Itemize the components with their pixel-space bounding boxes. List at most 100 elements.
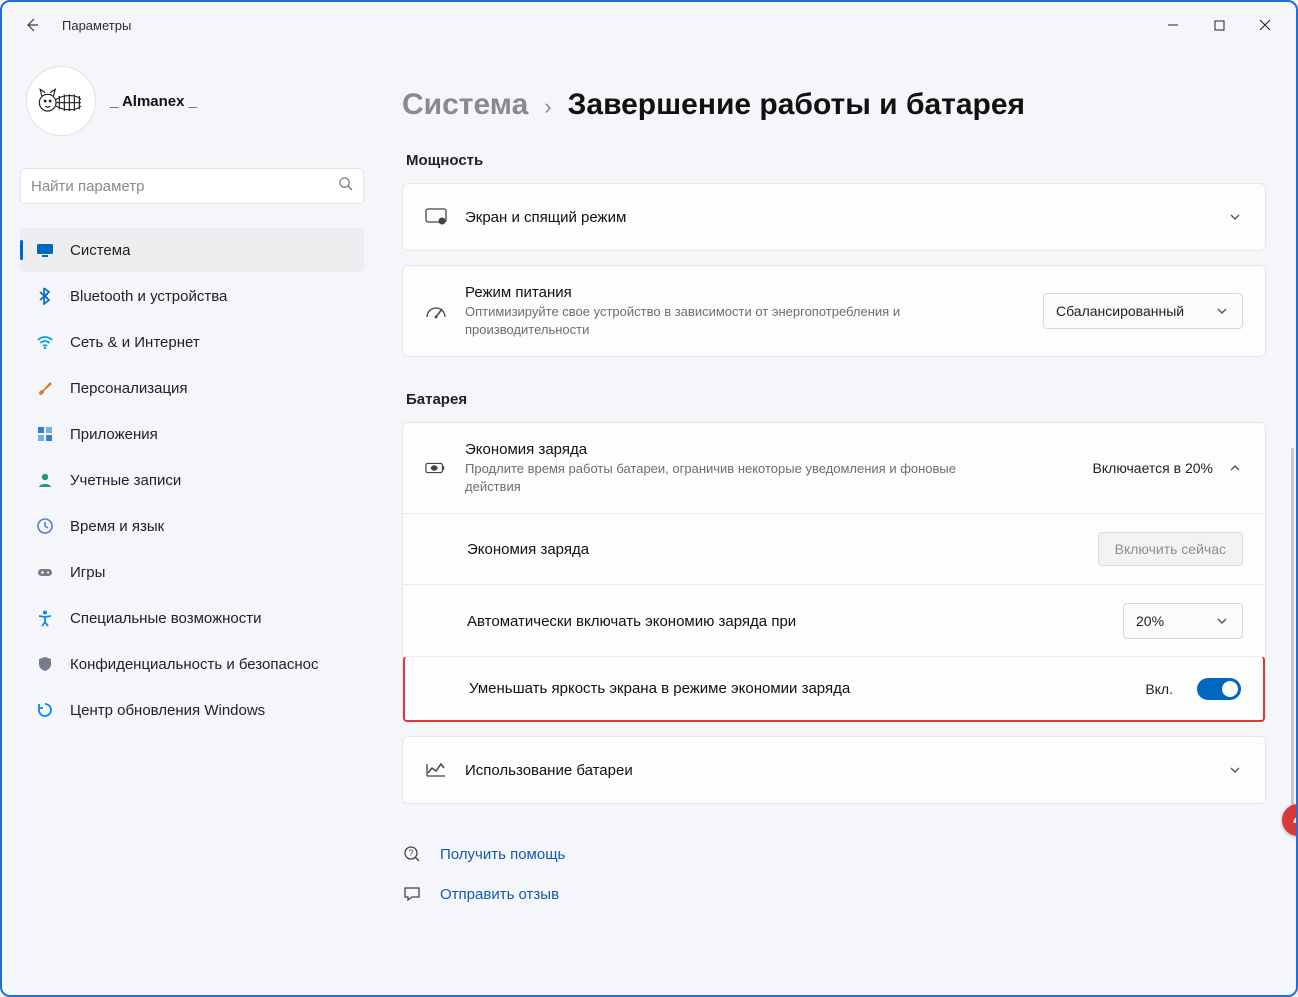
breadcrumb-current: Завершение работы и батарея — [568, 88, 1025, 122]
feedback-link[interactable]: Отправить отзыв — [440, 886, 559, 903]
nav-item-7[interactable]: Игры — [20, 550, 364, 594]
search-icon — [338, 176, 353, 196]
nav-item-label: Специальные возможности — [70, 610, 262, 627]
avatar-cat-icon — [36, 81, 86, 121]
breadcrumb-sep: › — [544, 94, 551, 120]
close-icon — [1259, 19, 1271, 31]
power-mode-value: Сбалансированный — [1056, 303, 1184, 319]
battery-dim-label: Уменьшать яркость экрана в режиме эконом… — [469, 680, 1127, 697]
breadcrumb-parent[interactable]: Система — [402, 88, 528, 122]
titlebar: Параметры — [2, 2, 1296, 48]
chevron-down-icon — [1214, 303, 1230, 319]
sidebar: _ Almanex _ Система Bluetooth и устройств… — [2, 48, 382, 995]
card-battery-usage[interactable]: Использование батареи — [402, 736, 1266, 804]
back-button[interactable] — [16, 9, 48, 41]
nav-item-label: Персонализация — [70, 380, 188, 397]
battery-saver-now-label: Экономия заряда — [467, 541, 1080, 558]
battery-saver-auto-select[interactable]: 20% — [1123, 603, 1243, 639]
chevron-down-icon — [1227, 762, 1243, 778]
nav-item-label: Конфиденциальность и безопаснос — [70, 656, 318, 673]
scrollbar[interactable] — [1291, 448, 1294, 828]
annotation-badge: 4 — [1282, 804, 1296, 836]
battery-saver-status: Включается в 20% — [1093, 460, 1213, 476]
battery-saver-auto-row: Автоматически включать экономию заряда п… — [403, 584, 1265, 657]
chevron-down-icon — [1227, 209, 1243, 225]
battery-dim-row: Уменьшать яркость экрана в режиме эконом… — [403, 656, 1265, 722]
settings-window: Параметры — [0, 0, 1298, 997]
screen-sleep-label: Экран и спящий режим — [465, 209, 1209, 226]
wifi-icon — [36, 333, 54, 351]
nav-item-label: Система — [70, 242, 130, 259]
update-icon — [36, 701, 54, 719]
nav-item-4[interactable]: Приложения — [20, 412, 364, 456]
display-icon — [36, 241, 54, 259]
nav-item-label: Учетные записи — [70, 472, 181, 489]
nav-item-label: Приложения — [70, 426, 158, 443]
chart-line-icon — [425, 759, 447, 781]
nav-item-label: Центр обновления Windows — [70, 702, 265, 719]
card-battery-saver: Экономия заряда Продлите время работы ба… — [402, 422, 1266, 722]
battery-saver-auto-label: Автоматически включать экономию заряда п… — [467, 613, 1105, 630]
section-power: Мощность — [406, 152, 1266, 169]
nav-item-1[interactable]: Bluetooth и устройства — [20, 274, 364, 318]
nav-item-9[interactable]: Конфиденциальность и безопаснос — [20, 642, 364, 686]
search-box[interactable] — [20, 168, 364, 204]
maximize-button[interactable] — [1196, 9, 1242, 41]
battery-saver-title: Экономия заряда — [465, 441, 1075, 458]
monitor-icon — [425, 206, 447, 228]
nav-item-8[interactable]: Специальные возможности — [20, 596, 364, 640]
battery-saver-enable-button: Включить сейчас — [1098, 532, 1243, 566]
brush-icon — [36, 379, 54, 397]
search-input[interactable] — [31, 178, 338, 195]
nav-item-0[interactable]: Система — [20, 228, 364, 272]
battery-usage-label: Использование батареи — [465, 762, 1209, 779]
power-mode-title: Режим питания — [465, 284, 1025, 301]
main: Система › Завершение работы и батарея Мо… — [382, 48, 1296, 995]
battery-saver-now-row: Экономия заряда Включить сейчас — [403, 513, 1265, 584]
battery-saver-header[interactable]: Экономия заряда Продлите время работы ба… — [403, 423, 1265, 513]
minimize-icon — [1167, 19, 1179, 31]
bluetooth-icon — [36, 287, 54, 305]
help-icon: ? — [402, 844, 422, 864]
help-links: ? Получить помощь Отправить отзыв — [402, 844, 1266, 904]
battery-saver-sub: Продлите время работы батареи, ограничив… — [465, 460, 975, 495]
maximize-icon — [1214, 20, 1225, 31]
nav: Система Bluetooth и устройства Сеть & и Ин… — [20, 228, 364, 732]
clock-icon — [36, 517, 54, 535]
help-link[interactable]: Получить помощь — [440, 846, 565, 863]
username: _ Almanex _ — [110, 93, 197, 110]
card-screen-sleep[interactable]: Экран и спящий режим — [402, 183, 1266, 251]
gamepad-icon — [36, 563, 54, 581]
battery-dim-toggle[interactable] — [1197, 678, 1241, 700]
accessibility-icon — [36, 609, 54, 627]
gauge-icon — [425, 300, 447, 322]
nav-item-6[interactable]: Время и язык — [20, 504, 364, 548]
person-icon — [36, 471, 54, 489]
section-battery: Батарея — [406, 391, 1266, 408]
power-mode-sub: Оптимизируйте свое устройство в зависимо… — [465, 303, 975, 338]
nav-item-5[interactable]: Учетные записи — [20, 458, 364, 502]
feedback-icon — [402, 884, 422, 904]
nav-item-10[interactable]: Центр обновления Windows — [20, 688, 364, 732]
window-title: Параметры — [62, 18, 131, 33]
feedback-link-row: Отправить отзыв — [402, 884, 1266, 904]
nav-item-3[interactable]: Персонализация — [20, 366, 364, 410]
avatar — [26, 66, 96, 136]
card-power-mode: Режим питания Оптимизируйте свое устройс… — [402, 265, 1266, 357]
chevron-up-icon — [1227, 460, 1243, 476]
battery-dim-state: Вкл. — [1145, 681, 1173, 697]
breadcrumb: Система › Завершение работы и батарея — [402, 88, 1266, 122]
minimize-button[interactable] — [1150, 9, 1196, 41]
arrow-left-icon — [24, 17, 40, 33]
battery-leaf-icon — [425, 457, 447, 479]
close-button[interactable] — [1242, 9, 1288, 41]
nav-item-label: Bluetooth и устройства — [70, 288, 227, 305]
nav-item-label: Время и язык — [70, 518, 164, 535]
profile[interactable]: _ Almanex _ — [26, 66, 364, 136]
help-link-row: ? Получить помощь — [402, 844, 1266, 864]
shield-icon — [36, 655, 54, 673]
svg-text:?: ? — [408, 848, 413, 858]
nav-item-label: Игры — [70, 564, 105, 581]
power-mode-select[interactable]: Сбалансированный — [1043, 293, 1243, 329]
nav-item-2[interactable]: Сеть & и Интернет — [20, 320, 364, 364]
